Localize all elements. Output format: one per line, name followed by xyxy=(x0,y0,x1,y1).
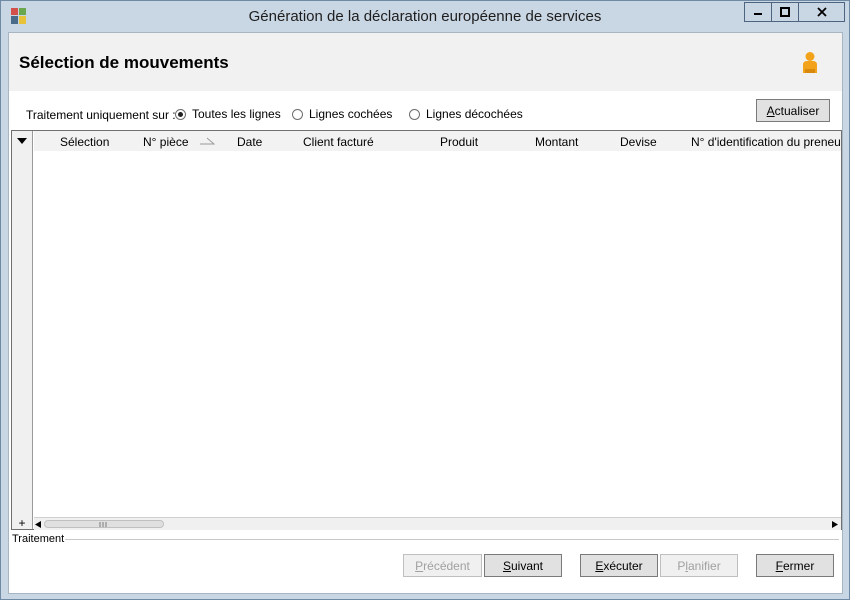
radio-checked-lines[interactable]: Lignes cochées xyxy=(292,107,392,121)
column-header-currency[interactable]: Devise xyxy=(620,135,657,149)
status-divider xyxy=(65,539,839,540)
column-header-product[interactable]: Produit xyxy=(440,135,478,149)
column-header-billed-client[interactable]: Client facturé xyxy=(303,135,374,149)
close-button[interactable]: Fermer xyxy=(756,554,834,577)
movements-grid[interactable]: Sélection N° pièce Date Client facturé P… xyxy=(11,130,842,530)
column-header-amount[interactable]: Montant xyxy=(535,135,578,149)
column-header-date[interactable]: Date xyxy=(237,135,262,149)
minimize-icon xyxy=(754,13,762,15)
maximize-icon xyxy=(780,7,790,17)
grid-header: Sélection N° pièce Date Client facturé P… xyxy=(34,131,841,151)
grip-icon xyxy=(99,522,107,527)
radio-label: Lignes décochées xyxy=(426,107,523,121)
horizontal-scrollbar[interactable] xyxy=(34,517,841,530)
next-button[interactable]: Suivant xyxy=(484,554,562,577)
column-header-identification-number[interactable]: N° d'identification du preneur xyxy=(691,135,841,149)
scroll-left-icon[interactable] xyxy=(35,521,41,528)
sort-ascending-icon xyxy=(200,137,215,145)
status-label: Traitement xyxy=(12,533,65,545)
user-icon xyxy=(803,52,817,73)
window-controls xyxy=(744,2,845,22)
previous-button[interactable]: Précédent xyxy=(403,554,482,577)
app-window: Génération de la déclaration européenne … xyxy=(0,0,850,600)
radio-unchecked-icon xyxy=(292,108,303,120)
radio-unchecked-lines[interactable]: Lignes décochées xyxy=(409,107,523,121)
column-chooser-icon[interactable] xyxy=(17,138,27,144)
radio-unchecked-icon xyxy=(409,108,420,120)
column-header-piece-number[interactable]: N° pièce xyxy=(143,135,189,149)
radio-label: Toutes les lignes xyxy=(192,107,281,121)
column-header-selection[interactable]: Sélection xyxy=(60,135,109,149)
grid-row-header xyxy=(12,131,33,529)
client-area: Sélection de mouvements Traitement uniqu… xyxy=(8,32,843,594)
minimize-button[interactable] xyxy=(744,2,772,22)
maximize-button[interactable] xyxy=(771,2,799,22)
close-icon xyxy=(816,7,827,17)
execute-button[interactable]: Exécuter xyxy=(580,554,658,577)
radio-label: Lignes cochées xyxy=(309,107,393,121)
scroll-right-icon[interactable] xyxy=(832,521,838,528)
radio-all-lines[interactable]: Toutes les lignes xyxy=(175,107,281,121)
page-header: Sélection de mouvements xyxy=(9,33,842,91)
filter-toolbar: Traitement uniquement sur : Toutes les l… xyxy=(9,91,842,129)
radio-checked-icon xyxy=(175,108,186,120)
window-title: Génération de la déclaration européenne … xyxy=(248,8,602,25)
refresh-button[interactable]: Actualiser xyxy=(756,99,830,122)
schedule-button[interactable]: Pl anifier xyxy=(660,554,738,577)
close-window-button[interactable] xyxy=(798,2,845,22)
page-title: Sélection de mouvements xyxy=(19,53,229,72)
title-bar[interactable]: Génération de la déclaration européenne … xyxy=(1,1,849,31)
filter-label: Traitement uniquement sur : xyxy=(26,108,176,122)
scrollbar-thumb[interactable] xyxy=(44,520,164,528)
expand-button[interactable]: + xyxy=(15,517,29,529)
